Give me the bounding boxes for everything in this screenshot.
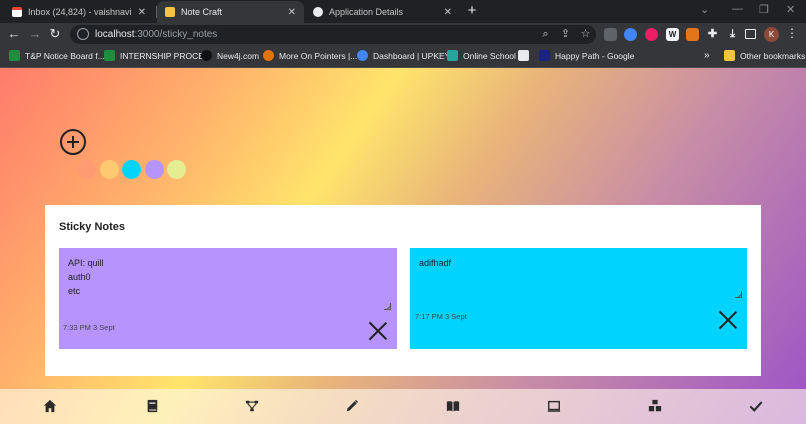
minimize-icon[interactable]: — (732, 3, 743, 15)
bookmark-label: T&P Notice Board f... (25, 50, 105, 61)
sticky-note: 7:17 PM 3 Sept (410, 248, 747, 349)
close-icon[interactable]: ✕ (288, 7, 296, 18)
color-swatch[interactable] (144, 160, 164, 179)
resize-handle-icon[interactable] (384, 303, 391, 310)
bookmark-item[interactable]: New4j.com (201, 50, 259, 61)
gmail-icon (12, 7, 22, 17)
share-icon[interactable]: ⇪ (558, 27, 573, 42)
extension-icon[interactable]: W (666, 28, 679, 41)
bookmarks-bar: T&P Notice Board f... INTERNSHIP PROCE..… (0, 46, 806, 68)
bookmark-item[interactable]: T&P Notice Board f... (9, 50, 105, 61)
color-picker (77, 160, 190, 179)
resize-handle-icon[interactable] (735, 291, 742, 298)
address-bar[interactable]: localhost:3000/sticky_notes ⌕ ⇪ ☆ (70, 25, 596, 44)
panel-title: Sticky Notes (59, 221, 126, 233)
note-textarea[interactable] (415, 253, 742, 298)
color-swatch[interactable] (167, 160, 186, 179)
site-info-icon[interactable] (77, 28, 89, 40)
tab-title: Note Craft (181, 7, 223, 17)
bookmark-item[interactable]: Online School (447, 50, 516, 61)
bookmark-label: New4j.com (217, 50, 260, 61)
forward-icon[interactable]: → (27, 26, 43, 42)
bookmark-label: Online School (463, 50, 516, 61)
screen-icon[interactable] (547, 399, 561, 413)
bookmark-favicon-icon (357, 50, 368, 61)
extension-icon[interactable] (645, 28, 658, 41)
side-panel-icon[interactable] (745, 29, 756, 39)
bookmark-item[interactable]: More On Pointers |... (263, 50, 357, 61)
avatar[interactable]: K (764, 27, 779, 42)
home-icon[interactable] (43, 399, 57, 413)
bookmark-item[interactable]: Happy Path - Google (539, 50, 634, 61)
bookmark-favicon-icon (9, 50, 20, 61)
url-host: localhost (95, 29, 135, 40)
extension-icon[interactable] (624, 28, 637, 41)
other-bookmarks-label: Other bookmarks (740, 50, 806, 61)
url-text: localhost:3000/sticky_notes (95, 29, 217, 40)
bookmark-item[interactable]: INTERNSHIP PROCE... (104, 50, 211, 61)
tab-title: Application Details (329, 7, 404, 17)
app-page: Sticky Notes 7:33 PM 3 Sept 7:17 PM 3 Se… (0, 68, 806, 424)
notecraft-icon (165, 7, 175, 17)
bookmark-favicon-icon (447, 50, 458, 61)
bookmark-favicon-icon (263, 50, 274, 61)
bookmarks-overflow-icon[interactable]: » (704, 50, 710, 61)
note-timestamp: 7:33 PM 3 Sept (63, 323, 115, 332)
note-textarea[interactable] (64, 253, 392, 309)
zoom-icon[interactable]: ⌕ (538, 27, 553, 42)
bookmark-favicon-icon (518, 50, 529, 61)
download-icon[interactable]: ⤓ (726, 28, 739, 41)
delete-note-icon[interactable] (368, 321, 388, 341)
tab-application-details[interactable]: Application Details ✕ (305, 1, 460, 23)
color-swatch[interactable] (99, 160, 119, 179)
bookmark-star-icon[interactable]: ☆ (578, 27, 593, 42)
browser-toolbar: ← → ↻ localhost:3000/sticky_notes ⌕ ⇪ ☆ … (0, 23, 806, 46)
bookmark-favicon-icon (539, 50, 550, 61)
bookmark-favicon-icon (201, 50, 212, 61)
sticky-note: 7:33 PM 3 Sept (59, 248, 397, 349)
folder-icon (724, 50, 735, 61)
bookmark-favicon-icon (104, 50, 115, 61)
color-swatch[interactable] (122, 160, 141, 179)
browser-tabstrip: Inbox (24,824) - vaishnavi.a.kale@ ✕ Not… (0, 0, 806, 23)
close-icon[interactable]: ✕ (444, 7, 452, 18)
app-details-icon (313, 7, 323, 17)
puzzle-icon[interactable]: ✚ (706, 28, 719, 41)
new-tab-button[interactable]: + (463, 2, 481, 20)
add-note-button[interactable] (60, 129, 86, 155)
tab-title: Inbox (24,824) - vaishnavi.a.kale@ (28, 7, 132, 17)
restore-icon[interactable]: ❐ (759, 3, 769, 16)
bookmark-label: Happy Path - Google (555, 50, 635, 61)
note-timestamp: 7:17 PM 3 Sept (415, 312, 467, 321)
bottom-nav-bar (0, 389, 806, 424)
check-icon[interactable] (749, 399, 763, 413)
flowchart-icon[interactable] (245, 399, 259, 413)
metamask-icon[interactable] (686, 28, 699, 41)
delete-note-icon[interactable] (718, 310, 738, 330)
menu-icon[interactable]: ⋮ (786, 26, 798, 40)
bookmark-label: Dashboard | UPKEY (373, 50, 451, 61)
sticky-notes-panel: Sticky Notes 7:33 PM 3 Sept 7:17 PM 3 Se… (45, 205, 761, 376)
window-close-icon[interactable]: ✕ (786, 3, 795, 16)
pencil-icon[interactable] (345, 399, 359, 413)
bookmark-label: More On Pointers |... (279, 50, 358, 61)
url-path: :3000/sticky_notes (134, 29, 218, 40)
bookmark-item[interactable]: Dashboard | UPKEY (357, 50, 450, 61)
open-book-icon[interactable] (446, 399, 460, 413)
blocks-icon[interactable] (648, 399, 662, 413)
close-icon[interactable]: ✕ (138, 7, 146, 18)
bookmark-item[interactable] (518, 50, 534, 61)
tab-note-craft[interactable]: Note Craft ✕ (157, 1, 304, 23)
color-swatch[interactable] (77, 160, 96, 179)
notebook-icon[interactable] (145, 399, 159, 413)
other-bookmarks[interactable]: Other bookmarks (724, 50, 805, 61)
tab-search-icon[interactable]: ⌄ (700, 3, 709, 16)
extension-icon[interactable] (604, 28, 617, 41)
tab-inbox[interactable]: Inbox (24,824) - vaishnavi.a.kale@ ✕ (4, 1, 154, 23)
back-icon[interactable]: ← (6, 26, 22, 42)
bookmark-label: INTERNSHIP PROCE... (120, 50, 211, 61)
reload-icon[interactable]: ↻ (47, 26, 63, 42)
